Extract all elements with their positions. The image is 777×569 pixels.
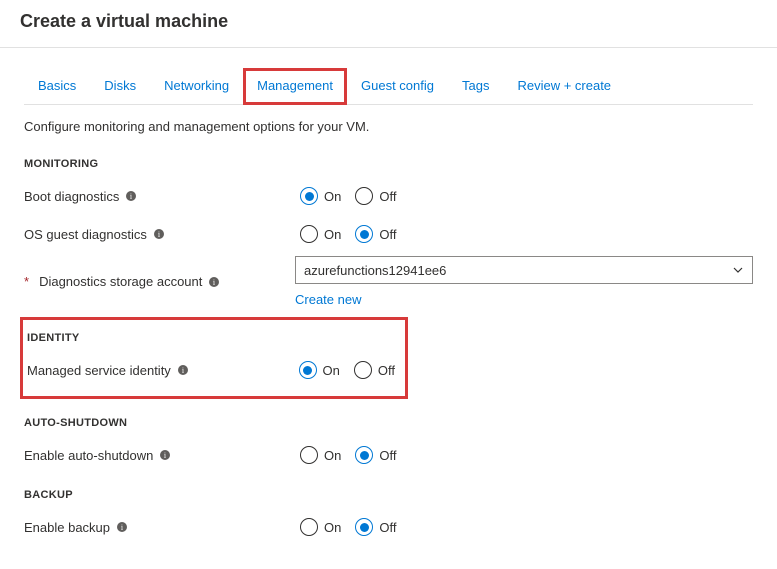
row-enable-auto-shutdown: Enable auto-shutdown i On Off bbox=[24, 439, 753, 471]
row-os-diagnostics: OS guest diagnostics i On Off bbox=[24, 218, 753, 250]
info-icon[interactable]: i bbox=[208, 276, 220, 288]
tabs: Basics Disks Networking Management Guest… bbox=[24, 68, 753, 105]
row-storage-account: * Diagnostics storage account i azurefun… bbox=[24, 256, 753, 307]
radio-label: On bbox=[324, 227, 341, 242]
tab-review-create[interactable]: Review + create bbox=[503, 68, 625, 104]
radio-label: Off bbox=[379, 189, 396, 204]
tab-disks[interactable]: Disks bbox=[90, 68, 150, 104]
label-enable-backup: Enable backup bbox=[24, 520, 110, 535]
radio-label: Off bbox=[379, 227, 396, 242]
intro-text: Configure monitoring and management opti… bbox=[24, 119, 753, 134]
row-boot-diagnostics: Boot diagnostics i On Off bbox=[24, 180, 753, 212]
chevron-down-icon bbox=[732, 264, 744, 276]
info-icon[interactable]: i bbox=[159, 449, 171, 461]
info-icon[interactable]: i bbox=[116, 521, 128, 533]
radio-backup-off[interactable]: Off bbox=[355, 518, 396, 536]
radio-backup-on[interactable]: On bbox=[300, 518, 341, 536]
select-storage-account[interactable]: azurefunctions12941ee6 bbox=[295, 256, 753, 284]
section-identity-header: IDENTITY bbox=[27, 332, 395, 344]
tab-guest-config[interactable]: Guest config bbox=[347, 68, 448, 104]
link-create-new-storage[interactable]: Create new bbox=[295, 292, 361, 307]
radio-msi-off[interactable]: Off bbox=[354, 361, 395, 379]
tab-basics[interactable]: Basics bbox=[24, 68, 90, 104]
row-managed-service-identity: Managed service identity i On Off bbox=[27, 354, 395, 386]
radio-autoshutdown-off[interactable]: Off bbox=[355, 446, 396, 464]
label-os-diagnostics: OS guest diagnostics bbox=[24, 227, 147, 242]
radio-label: On bbox=[324, 520, 341, 535]
label-enable-auto-shutdown: Enable auto-shutdown bbox=[24, 448, 153, 463]
radio-label: Off bbox=[378, 363, 395, 378]
radio-label: On bbox=[324, 448, 341, 463]
label-boot-diagnostics: Boot diagnostics bbox=[24, 189, 119, 204]
section-monitoring-header: MONITORING bbox=[24, 158, 753, 170]
info-icon[interactable]: i bbox=[177, 364, 189, 376]
tab-management[interactable]: Management bbox=[243, 68, 347, 105]
required-indicator: * bbox=[24, 274, 29, 289]
section-backup-header: BACKUP bbox=[24, 489, 753, 501]
page-title: Create a virtual machine bbox=[0, 0, 777, 48]
radio-label: Off bbox=[379, 520, 396, 535]
label-managed-service-identity: Managed service identity bbox=[27, 363, 171, 378]
tab-networking[interactable]: Networking bbox=[150, 68, 243, 104]
select-value: azurefunctions12941ee6 bbox=[304, 263, 446, 278]
section-identity-highlight: IDENTITY Managed service identity i On O… bbox=[20, 317, 408, 399]
radio-boot-diag-off[interactable]: Off bbox=[355, 187, 396, 205]
radio-label: On bbox=[324, 189, 341, 204]
info-icon[interactable]: i bbox=[153, 228, 165, 240]
radio-os-diag-off[interactable]: Off bbox=[355, 225, 396, 243]
radio-label: On bbox=[323, 363, 340, 378]
tab-tags[interactable]: Tags bbox=[448, 68, 503, 104]
radio-boot-diag-on[interactable]: On bbox=[300, 187, 341, 205]
row-enable-backup: Enable backup i On Off bbox=[24, 511, 753, 543]
info-icon[interactable]: i bbox=[125, 190, 137, 202]
radio-msi-on[interactable]: On bbox=[299, 361, 340, 379]
radio-os-diag-on[interactable]: On bbox=[300, 225, 341, 243]
radio-label: Off bbox=[379, 448, 396, 463]
section-autoshutdown-header: AUTO-SHUTDOWN bbox=[24, 417, 753, 429]
label-storage-account: Diagnostics storage account bbox=[39, 274, 202, 289]
radio-autoshutdown-on[interactable]: On bbox=[300, 446, 341, 464]
